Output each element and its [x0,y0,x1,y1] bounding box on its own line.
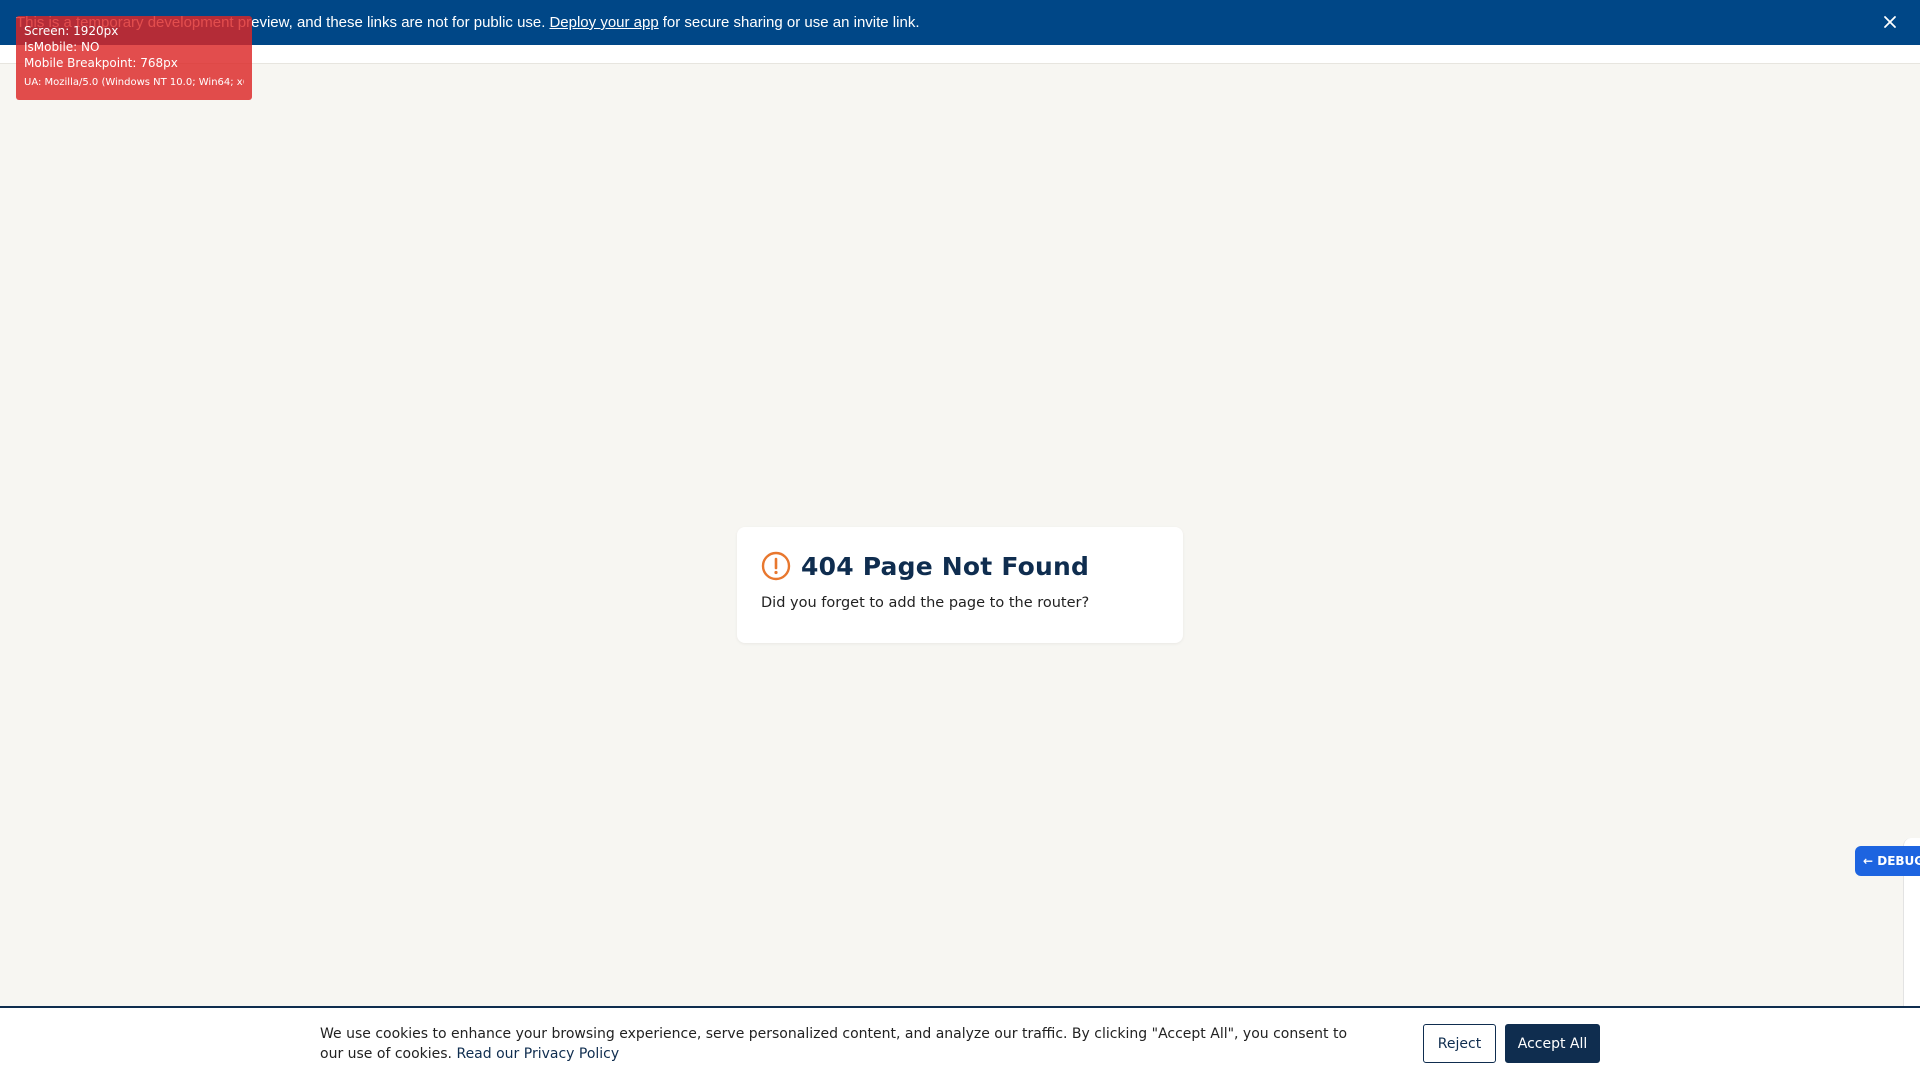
not-found-header: 404 Page Not Found [761,551,1159,581]
deploy-app-link[interactable]: Deploy your app [549,14,658,31]
page-title: 404 Page Not Found [801,551,1090,581]
not-found-card: 404 Page Not Found Did you forget to add… [737,527,1183,643]
close-icon[interactable] [1880,12,1900,32]
cookie-banner: We use cookies to enhance your browsing … [0,1006,1920,1080]
accept-all-cookies-button[interactable]: Accept All [1505,1024,1600,1063]
debug-overlay: Screen: 1920px IsMobile: NO Mobile Break… [16,16,252,100]
privacy-policy-link[interactable]: Read our Privacy Policy [456,1046,619,1062]
reject-cookies-button[interactable]: Reject [1423,1024,1496,1063]
dev-preview-banner: This is a temporary development preview,… [0,0,1920,45]
not-found-message: Did you forget to add the page to the ro… [761,595,1090,611]
debug-user-agent: UA: Mozilla/5.0 (Windows NT 10.0; Win64;… [24,77,244,88]
alert-circle-icon [761,551,791,581]
dev-banner-text-after: for secure sharing or use an invite link… [662,14,920,31]
debug-breakpoint: Mobile Breakpoint: 768px [24,56,178,70]
cookie-text: We use cookies to enhance your browsing … [320,1024,1370,1064]
debug-screen: Screen: 1920px [24,24,119,38]
debug-tab-button[interactable]: ← DEBUG [1855,846,1920,876]
app-header [0,45,1920,64]
debug-is-mobile: IsMobile: NO [24,40,100,54]
